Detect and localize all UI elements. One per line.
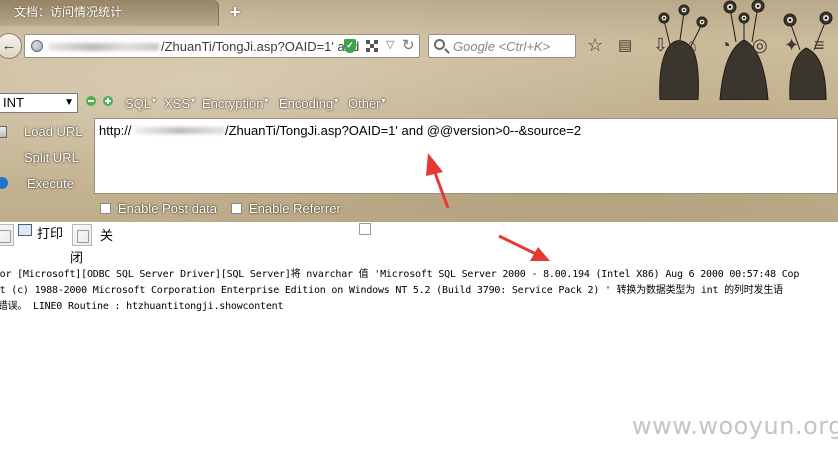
document-icon (72, 224, 92, 246)
menu-encoding-label: Encoding (279, 96, 334, 111)
document-icon (0, 224, 14, 246)
close-link-wrap[interactable]: 闭 (70, 247, 83, 266)
redacted-host (135, 127, 225, 134)
chevron-down-icon: ▼ (64, 97, 74, 108)
injected-url-text: /ZhuanTi/TongJi.asp?OAID=1' and @@versio… (225, 123, 582, 138)
back-arrow-icon[interactable]: ← (0, 33, 22, 59)
encoding-select-value: INT (3, 95, 24, 110)
new-tab-button[interactable]: + (226, 1, 244, 23)
menu-encoding[interactable]: Encoding▾ (279, 96, 338, 111)
post-data-label: Enable Post data (118, 201, 218, 216)
load-url-icon (0, 126, 7, 138)
puzzle-icon[interactable]: ✦ (784, 35, 799, 55)
qr-code-icon[interactable] (366, 40, 378, 52)
split-url-button[interactable]: Split URL (24, 150, 79, 165)
tab-title: 文档：访问情况统计 (14, 5, 123, 19)
printer-icon[interactable] (18, 224, 32, 236)
execute-button[interactable]: Execute (27, 176, 74, 191)
broken-image-icon (359, 223, 371, 235)
execute-icon (0, 177, 8, 189)
menu-xss[interactable]: XSS▾ (164, 96, 195, 111)
reload-icon[interactable]: ↻ (402, 36, 415, 54)
globe-icon (31, 40, 43, 52)
menu-sql-label: SQL (125, 96, 152, 111)
search-bar[interactable]: Google <Ctrl+K> (428, 34, 576, 58)
decrease-icon[interactable] (86, 96, 96, 106)
menu-encryption-label: Encryption (202, 96, 264, 111)
menu-encryption[interactable]: Encryption▾ (202, 96, 268, 111)
search-icon (434, 39, 445, 50)
increase-icon[interactable] (103, 96, 113, 106)
search-placeholder: Google <Ctrl+K> (453, 39, 551, 54)
error-message-line: ght (c) 1988-2000 Microsoft Corporation … (0, 285, 783, 296)
referrer-label: Enable Referrer (249, 201, 341, 216)
navigation-bar: ← /ZhuanTi/TongJi.asp?OAID=1' and ✓ ▽ ↻ … (0, 32, 838, 60)
reading-list-icon[interactable]: ▤ (618, 36, 632, 56)
url-bar[interactable]: /ZhuanTi/TongJi.asp?OAID=1' and ✓ ▽ ↻ (24, 34, 420, 58)
split-url-icon (0, 151, 5, 163)
menu-icon[interactable]: ≡ (814, 35, 825, 55)
load-url-button[interactable]: Load URL (24, 124, 83, 139)
watermark: www.wooyun.org (632, 412, 838, 440)
url-text: /ZhuanTi/TongJi.asp?OAID=1' and (161, 39, 360, 54)
error-message-line: 法错误。 LINE0 Routine : htzhuantitongji.sho… (0, 301, 284, 312)
home-icon[interactable]: ⌂ (686, 35, 697, 55)
redacted-host (49, 43, 159, 51)
url-prefix: http:// (99, 123, 132, 138)
menu-xss-label: XSS (164, 96, 191, 111)
browser-chrome: 文档：访问情况统计 + ← /ZhuanTi/TongJi.asp?OAID=1… (0, 0, 838, 222)
close-link[interactable]: 关 (100, 225, 113, 244)
encoding-select[interactable]: INT ▼ (0, 93, 78, 113)
chat-icon[interactable]: ◔ (720, 35, 731, 55)
error-message-line: rror [Microsoft][ODBC SQL Server Driver]… (0, 269, 800, 280)
menu-sql[interactable]: SQL▾ (125, 96, 156, 111)
referrer-checkbox[interactable] (231, 203, 242, 214)
post-data-checkbox[interactable] (100, 203, 111, 214)
tab-active[interactable]: 文档：访问情况统计 (0, 0, 219, 26)
print-link[interactable]: 打印 (37, 223, 63, 242)
download-icon[interactable]: ⇩ (653, 35, 668, 55)
menu-other-label: Other (348, 96, 381, 111)
star-bookmark-icon[interactable]: ☆ (587, 35, 603, 55)
chevron-down-icon[interactable]: ▽ (386, 38, 394, 51)
menu-other[interactable]: Other▾ (348, 96, 386, 111)
hackbar-url-textarea[interactable]: http:// /ZhuanTi/TongJi.asp?OAID=1' and … (94, 118, 838, 194)
addon-icon[interactable]: ◎ (752, 35, 768, 55)
shield-icon[interactable]: ✓ (344, 39, 356, 53)
